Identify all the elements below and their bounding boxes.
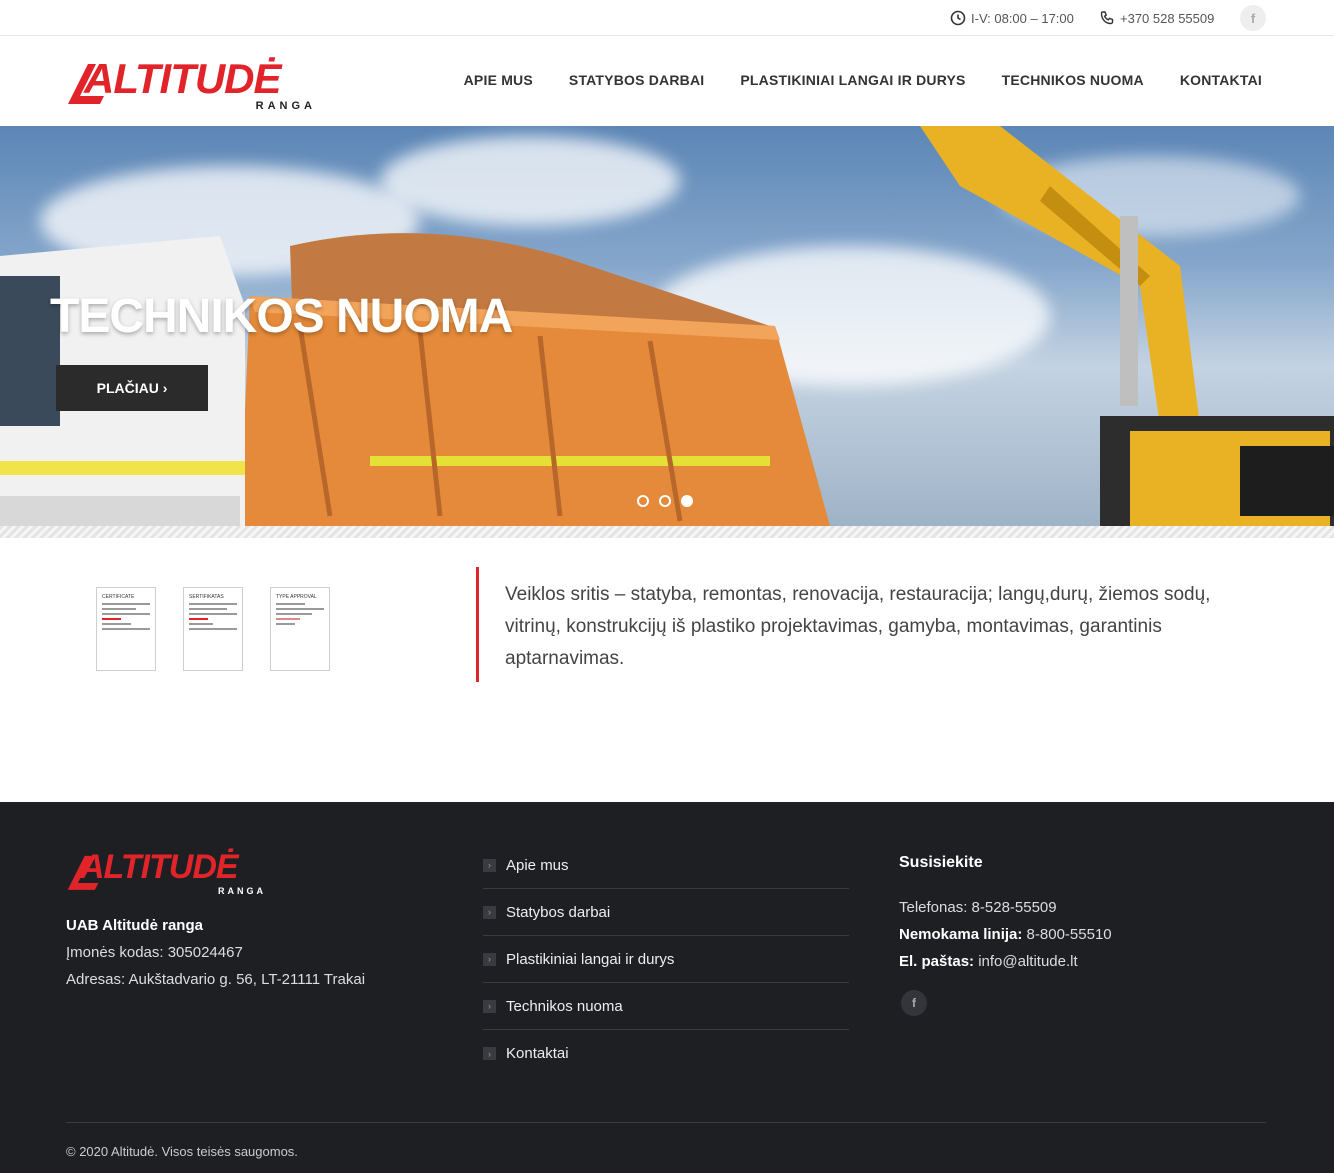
footer-link-label: Technikos nuoma (506, 997, 623, 1015)
footer-link-technikos-nuoma[interactable]: › Technikos nuoma (483, 983, 849, 1030)
certificates-gallery: CERTIFICATE SERTIFIKATAS TYPE APPROVAL (96, 587, 330, 671)
logo-text: ALTITUDĖ (84, 55, 282, 102)
hero-slider: TECHNIKOS NUOMA PLAČIAU › (0, 126, 1334, 526)
contact-title: Susisiekite (899, 854, 983, 871)
hero-title: TECHNIKOS NUOMA (50, 290, 513, 343)
nav-item-technikos-nuoma[interactable]: TECHNIKOS NUOMA (1002, 72, 1144, 88)
slider-dot-1[interactable] (637, 495, 649, 507)
footer-link-kontaktai[interactable]: › Kontaktai (483, 1030, 849, 1077)
working-hours: I-V: 08:00 – 17:00 (950, 10, 1074, 26)
footer-logo[interactable]: ALTITUDĖ RANGA (66, 848, 268, 896)
company-info: UAB Altitudė ranga Įmonės kodas: 3050244… (66, 912, 365, 993)
about-text: Veiklos sritis – statyba, remontas, reno… (476, 567, 1236, 682)
footer-link-statybos-darbai[interactable]: › Statybos darbai (483, 889, 849, 936)
email-label: El. paštas: (899, 953, 975, 970)
contact-free-line[interactable]: Nemokama linija: 8-800-55510 (899, 921, 1112, 948)
top-bar: I-V: 08:00 – 17:00 +370 528 55509 f (0, 0, 1334, 36)
footer-link-label: Kontaktai (506, 1045, 569, 1062)
phone-text: +370 528 55509 (1120, 10, 1215, 26)
main-nav: APIE MUS STATYBOS DARBAI PLASTIKINIAI LA… (464, 72, 1262, 88)
certificate-thumbnail-3[interactable]: TYPE APPROVAL (270, 587, 330, 671)
facebook-icon[interactable]: f (1240, 5, 1266, 31)
free-line-label: Nemokama linija: (899, 926, 1023, 943)
footer-link-apie-mus[interactable]: › Apie mus (483, 842, 849, 889)
nav-item-apie-mus[interactable]: APIE MUS (464, 72, 533, 88)
clock-icon (950, 10, 966, 26)
chevron-right-icon: › (483, 905, 496, 919)
certificate-title-1: CERTIFICATE (102, 594, 135, 600)
slider-dot-2[interactable] (659, 495, 671, 507)
working-hours-text: I-V: 08:00 – 17:00 (971, 10, 1074, 26)
footer-facebook-icon[interactable]: f (901, 990, 927, 1016)
footer-divider (66, 1122, 1266, 1123)
certificate-title-3: TYPE APPROVAL (276, 594, 317, 600)
company-address: Adresas: Aukštadvario g. 56, LT-21111 Tr… (66, 971, 366, 988)
footer-contact: Susisiekite Telefonas: 8-528-55509 Nemok… (899, 854, 1112, 975)
nav-item-plastikiniai-langai[interactable]: PLASTIKINIAI LANGAI IR DURYS (740, 72, 965, 88)
footer-link-plastikiniai-langai[interactable]: › Plastikiniai langai ir durys (483, 936, 849, 983)
certificate-title-2: SERTIFIKATAS (189, 594, 224, 600)
company-name: UAB Altitudė ranga (66, 917, 203, 934)
footer-link-label: Apie mus (506, 856, 569, 874)
site-footer: ALTITUDĖ RANGA UAB Altitudė ranga Įmonės… (0, 802, 1334, 1173)
copyright: © 2020 Altitudė. Visos teisės saugomos. (66, 1144, 298, 1159)
nav-item-statybos-darbai[interactable]: STATYBOS DARBAI (569, 72, 704, 88)
company-code: Įmonės kodas: 305024467 (66, 944, 243, 961)
logo-subtext: RANGA (255, 100, 316, 112)
site-logo[interactable]: ALTITUDĖ RANGA (66, 56, 318, 112)
certificate-thumbnail-2[interactable]: SERTIFIKATAS (183, 587, 243, 671)
phone-link[interactable]: +370 528 55509 (1099, 10, 1214, 26)
contact-email[interactable]: El. paštas: info@altitude.lt (899, 948, 1112, 975)
free-line-value: 8-800-55510 (1022, 926, 1112, 943)
site-header: ALTITUDĖ RANGA APIE MUS STATYBOS DARBAI … (0, 36, 1334, 126)
contact-phone[interactable]: Telefonas: 8-528-55509 (899, 894, 1112, 921)
footer-link-label: Plastikiniai langai ir durys (506, 950, 675, 968)
slider-dots (637, 495, 693, 507)
chevron-right-icon: › (483, 999, 496, 1013)
footer-logo-text: ALTITUDĖ (80, 848, 239, 886)
footer-links: › Apie mus › Statybos darbai › Plastikiniai… (483, 842, 849, 1077)
certificate-thumbnail-1[interactable]: CERTIFICATE (96, 587, 156, 671)
hero-more-button[interactable]: PLAČIAU › (56, 365, 208, 411)
footer-link-label: Statybos darbai (506, 903, 611, 921)
email-value: info@altitude.lt (974, 953, 1078, 970)
footer-logo-subtext: RANGA (218, 886, 266, 896)
slider-dot-3[interactable] (681, 495, 693, 507)
chevron-right-icon: › (483, 952, 496, 966)
chevron-right-icon: › (483, 1047, 496, 1060)
chevron-right-icon: › (483, 858, 496, 872)
phone-icon (1100, 11, 1114, 25)
nav-item-kontaktai[interactable]: KONTAKTAI (1180, 72, 1262, 88)
decorative-stripe (0, 526, 1334, 538)
